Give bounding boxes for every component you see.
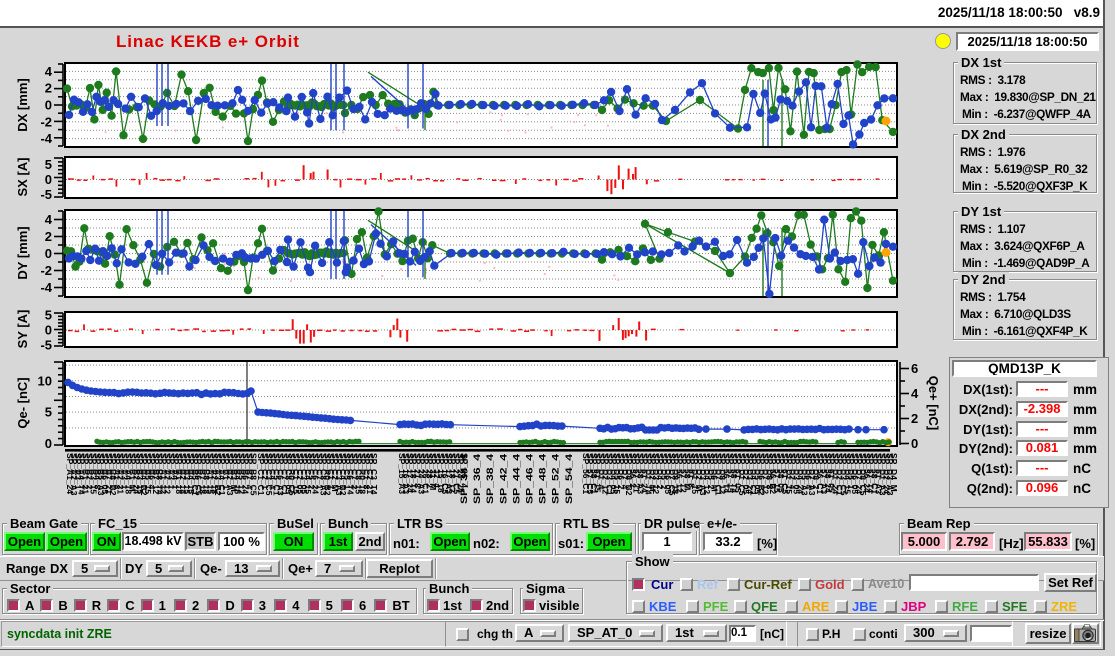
svg-text:0: 0 bbox=[45, 172, 52, 187]
svg-text:6: 6 bbox=[911, 361, 918, 376]
svg-text:Qe+ [nC]: Qe+ [nC] bbox=[926, 376, 941, 431]
svg-text:4: 4 bbox=[911, 386, 919, 401]
svg-text:0: 0 bbox=[45, 246, 52, 261]
svg-text:Qe- [nC]: Qe- [nC] bbox=[15, 377, 30, 428]
svg-text:SP_34_4: SP_34_4 bbox=[459, 454, 469, 504]
svg-text:SP_D4_M: SP_D4_M bbox=[889, 453, 899, 492]
svg-text:0: 0 bbox=[911, 436, 918, 451]
svg-text:SP_52_4: SP_52_4 bbox=[551, 454, 561, 504]
svg-text:5: 5 bbox=[45, 157, 52, 172]
svg-text:DX [mm]: DX [mm] bbox=[15, 78, 30, 131]
svg-text:5: 5 bbox=[45, 405, 52, 420]
svg-text:SY [A]: SY [A] bbox=[15, 310, 30, 349]
svg-text:-2: -2 bbox=[40, 263, 52, 278]
svg-text:2: 2 bbox=[911, 411, 918, 426]
svg-text:-5: -5 bbox=[40, 338, 52, 353]
svg-text:5: 5 bbox=[45, 308, 52, 323]
svg-text:10: 10 bbox=[38, 373, 52, 388]
svg-text:-5: -5 bbox=[40, 187, 52, 202]
svg-text:DY [mm]: DY [mm] bbox=[15, 226, 30, 279]
svg-text:SP_36_4: SP_36_4 bbox=[472, 454, 482, 504]
svg-text:-2: -2 bbox=[40, 114, 52, 129]
svg-text:0: 0 bbox=[45, 436, 52, 451]
svg-text:-4: -4 bbox=[40, 131, 52, 146]
svg-text:2: 2 bbox=[45, 81, 52, 96]
svg-text:SP_42_4: SP_42_4 bbox=[498, 454, 508, 504]
svg-text:SP_54_4: SP_54_4 bbox=[564, 454, 574, 504]
svg-text:2: 2 bbox=[45, 229, 52, 244]
svg-text:4: 4 bbox=[45, 212, 53, 227]
svg-text:SP_48_4: SP_48_4 bbox=[538, 454, 548, 504]
svg-text:-4: -4 bbox=[40, 280, 52, 295]
svg-text:SP_46_4: SP_46_4 bbox=[525, 454, 535, 504]
svg-text:4: 4 bbox=[45, 64, 53, 79]
svg-text:0: 0 bbox=[45, 323, 52, 338]
svg-text:SP_C3_T4: SP_C3_T4 bbox=[369, 453, 379, 495]
svg-text:SP_38_4: SP_38_4 bbox=[485, 454, 495, 504]
svg-text:SP_44_4: SP_44_4 bbox=[511, 454, 521, 504]
svg-text:0: 0 bbox=[45, 98, 52, 113]
svg-text:SX [A]: SX [A] bbox=[15, 158, 30, 197]
